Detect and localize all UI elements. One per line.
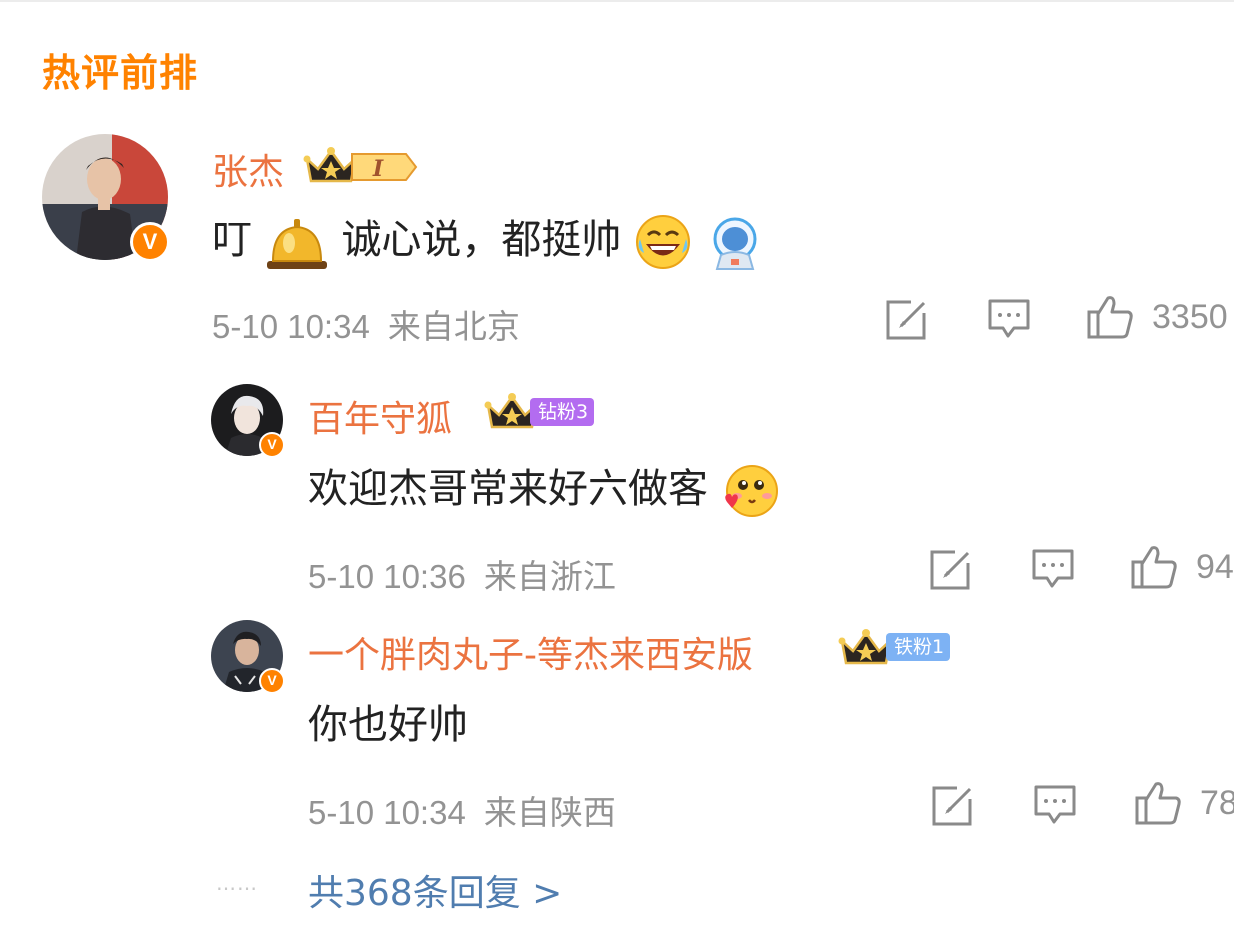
like-icon[interactable]: [1130, 544, 1178, 590]
comment-icon[interactable]: [1033, 784, 1077, 826]
comment-meta: 5-10 10:36 来自浙江: [308, 550, 616, 598]
username[interactable]: 一个胖肉丸子-等杰来西安版: [308, 626, 753, 678]
like-icon[interactable]: [1134, 780, 1182, 826]
section-title: 热评前排: [42, 51, 199, 95]
like-count: 94: [1196, 548, 1234, 586]
like-icon[interactable]: [1086, 294, 1134, 340]
location: 来自北京: [387, 308, 520, 345]
love-face-emoji: [724, 465, 778, 517]
avatar[interactable]: V: [211, 384, 285, 458]
like-count: 3350: [1152, 298, 1228, 336]
comment-text: 你也好帅: [308, 702, 468, 748]
comment-meta: 5-10 10:34 来自陕西: [308, 786, 616, 834]
view-more-replies-link[interactable]: 共368条回复 >: [308, 864, 562, 916]
verified-badge: V: [259, 432, 285, 458]
svg-text:I: I: [372, 156, 384, 182]
comment-meta: 5-10 10:34 来自北京: [212, 300, 520, 348]
comment-section: 热评前排 V 张杰 I 叮 诚心说，都挺帅 5-10 10:34 来自北京 33…: [0, 0, 1234, 933]
timestamp: 5-10 10:34: [212, 308, 370, 345]
comment-text: 欢迎杰哥常来好六做客: [308, 456, 779, 520]
timestamp: 5-10 10:36: [308, 558, 466, 595]
more-dots: ……: [216, 871, 258, 895]
username[interactable]: 张杰: [212, 143, 284, 195]
fan-badge: 铁粉1: [886, 633, 951, 661]
verified-badge: V: [259, 668, 285, 694]
comment-text: 叮 诚心说，都挺帅: [212, 207, 763, 271]
username[interactable]: 百年守狐: [308, 390, 452, 442]
bell-emoji: [266, 219, 327, 269]
location: 来自浙江: [483, 558, 616, 595]
astronaut-emoji: [713, 217, 757, 270]
avatar[interactable]: V: [42, 134, 170, 262]
verified-badge: V: [130, 222, 170, 262]
like-count: 78: [1200, 784, 1234, 822]
timestamp: 5-10 10:34: [308, 794, 466, 831]
location: 来自陕西: [483, 794, 616, 831]
fan-badge: 钻粉3: [530, 398, 595, 426]
edit-icon[interactable]: [929, 547, 973, 591]
laughing-emoji: [636, 215, 691, 269]
comment-icon[interactable]: [1031, 548, 1075, 590]
avatar[interactable]: V: [211, 620, 285, 694]
comment-icon[interactable]: [987, 298, 1031, 340]
divider: [0, 0, 1234, 2]
edit-icon[interactable]: [885, 297, 929, 341]
level-badge: I: [351, 153, 418, 182]
edit-icon[interactable]: [931, 783, 975, 827]
